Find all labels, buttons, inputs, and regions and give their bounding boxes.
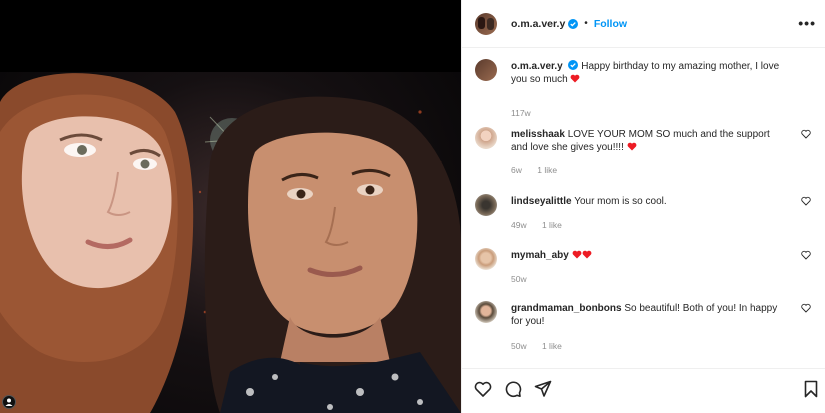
- comment-meta: 6w 1 like: [511, 165, 570, 175]
- like-comment-heart-icon[interactable]: [801, 303, 811, 313]
- comment-time[interactable]: 50w: [511, 274, 527, 284]
- author-avatar[interactable]: [475, 12, 497, 35]
- commenter-avatar[interactable]: [475, 301, 497, 323]
- like-comment-heart-icon[interactable]: [801, 250, 811, 260]
- share-icon[interactable]: [534, 380, 552, 398]
- comment-body: grandmaman_bonbons So beautiful! Both of…: [511, 302, 781, 328]
- tag-user-icon[interactable]: [2, 395, 16, 409]
- verified-icon: [568, 18, 579, 29]
- post-header: o.m.a.ver.y • Follow •••: [462, 0, 825, 48]
- comment-likes[interactable]: 1 like: [537, 165, 557, 175]
- comment-username[interactable]: grandmaman_bonbons: [511, 303, 622, 314]
- verified-icon: [568, 60, 579, 70]
- commenter-avatar[interactable]: [475, 127, 497, 149]
- heart-icon[interactable]: [474, 380, 492, 398]
- post-side-panel: o.m.a.ver.y • Follow ••• o.m.a.ver.y Hap…: [461, 0, 825, 413]
- comment-time[interactable]: 50w: [511, 341, 527, 351]
- comment-username[interactable]: melisshaak: [511, 129, 565, 140]
- comment-likes[interactable]: 1 like: [542, 341, 562, 351]
- caption-meta: 117w: [511, 108, 544, 118]
- comment-body: lindseyalittle Your mom is so cool.: [511, 195, 781, 208]
- caption-username[interactable]: o.m.a.ver.y: [511, 61, 563, 72]
- post-media[interactable]: [0, 0, 461, 413]
- comment-meta: 49w 1 like: [511, 220, 575, 230]
- comments-list[interactable]: o.m.a.ver.y Happy birthday to my amazing…: [462, 49, 825, 367]
- commenter-avatar[interactable]: [475, 248, 497, 270]
- post-actions-bar: [462, 368, 825, 413]
- bookmark-icon[interactable]: [802, 380, 820, 398]
- comment-username[interactable]: lindseyalittle: [511, 196, 572, 207]
- post-photo[interactable]: [0, 72, 461, 413]
- like-comment-heart-icon[interactable]: [801, 129, 811, 139]
- photo-illustration: [0, 73, 461, 413]
- comment-time[interactable]: 49w: [511, 220, 527, 230]
- follow-button[interactable]: Follow: [594, 18, 627, 30]
- comment-icon[interactable]: [504, 380, 522, 398]
- comment-username[interactable]: mymah_aby: [511, 250, 569, 261]
- like-comment-heart-icon[interactable]: [801, 196, 811, 206]
- comment-body: melisshaak LOVE YOUR MOM SO much and the…: [511, 128, 781, 154]
- caption-time[interactable]: 117w: [511, 108, 531, 118]
- more-options-icon[interactable]: •••: [798, 16, 816, 30]
- caption-body: o.m.a.ver.y Happy birthday to my amazing…: [511, 60, 781, 86]
- caption-avatar[interactable]: [475, 59, 497, 81]
- commenter-avatar[interactable]: [475, 194, 497, 216]
- comment-meta: 50w 1 like: [511, 341, 575, 351]
- comment-text: Your mom is so cool.: [574, 196, 667, 207]
- red-heart-icon: [582, 250, 592, 259]
- comment-meta: 50w: [511, 274, 540, 284]
- author-username[interactable]: o.m.a.ver.y: [511, 18, 565, 30]
- red-heart-icon: [572, 250, 582, 259]
- comment-likes[interactable]: 1 like: [542, 220, 562, 230]
- comment-body: mymah_aby: [511, 249, 781, 262]
- red-heart-icon: [571, 74, 580, 83]
- comment-time[interactable]: 6w: [511, 165, 522, 175]
- red-heart-icon: [627, 142, 637, 151]
- header-separator: •: [584, 18, 588, 29]
